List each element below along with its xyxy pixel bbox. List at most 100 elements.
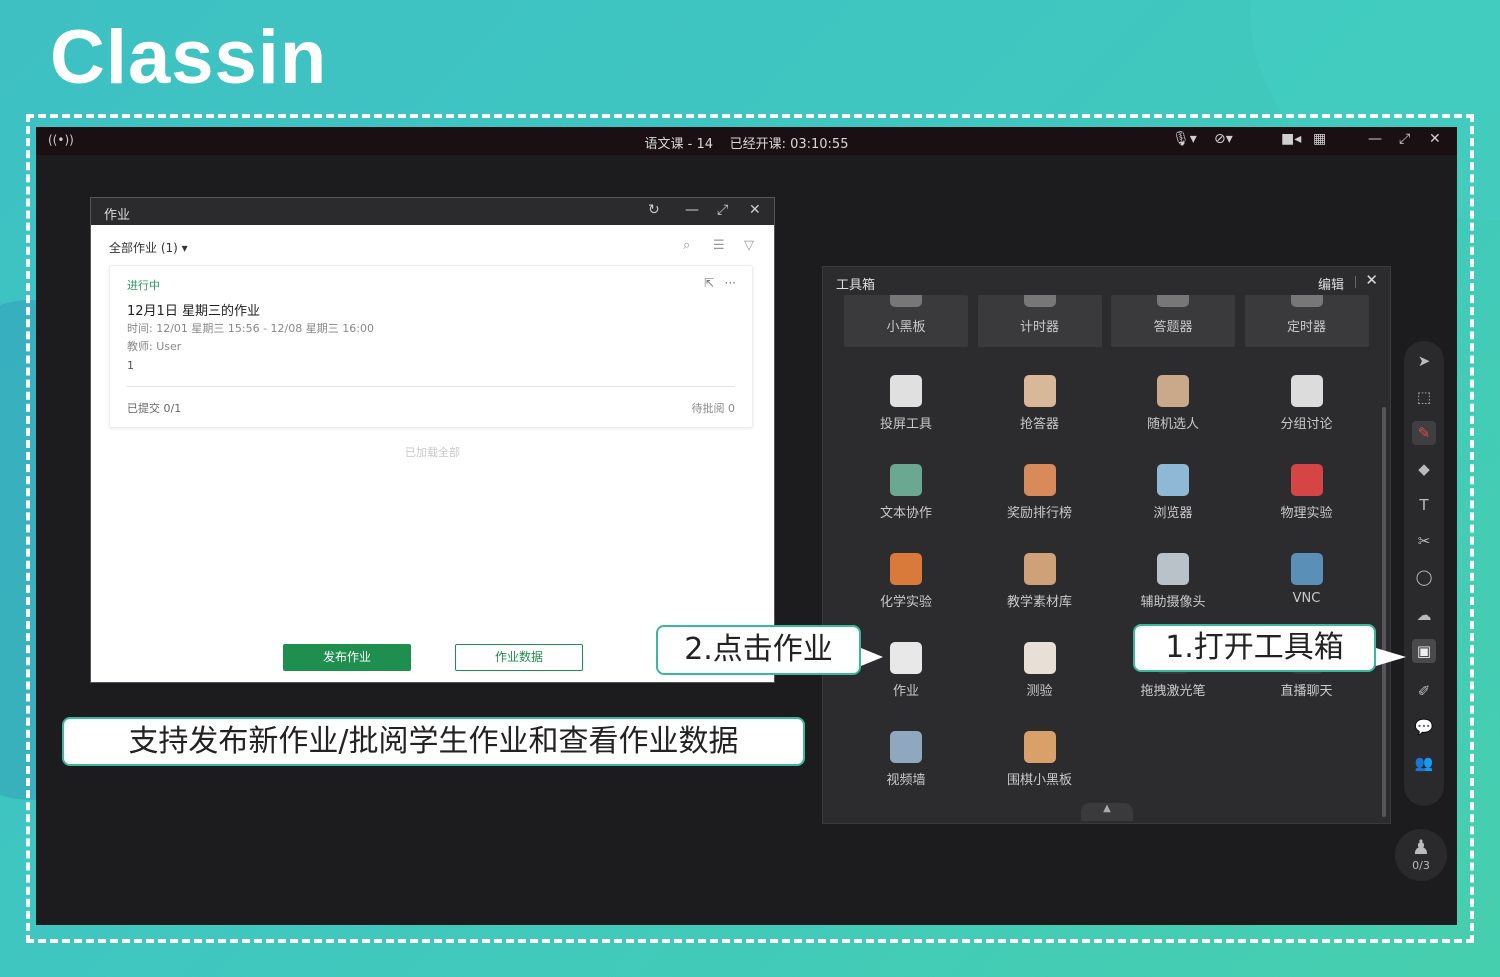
classin-logo: Classin: [50, 15, 328, 100]
tool-label: 分组讨论: [1280, 417, 1333, 432]
tool-15[interactable]: VNC: [1245, 553, 1369, 633]
homework-window: 作业 ↻ — ⤢ ✕ 全部作业 (1) ▾ ⌕ ☰ ▽ 进行中 ⇱ ··· 12…: [90, 197, 775, 683]
shape-icon[interactable]: ◯: [1412, 565, 1436, 589]
tool-13[interactable]: 教学素材库: [978, 553, 1102, 633]
tool-label: 定时器: [1286, 320, 1326, 335]
mic-off-icon[interactable]: 🎙▾: [1172, 131, 1197, 147]
tool-label: 直播聊天: [1280, 684, 1333, 699]
status-badge: 进行中: [127, 279, 160, 292]
cloud-icon[interactable]: ☁: [1412, 603, 1436, 627]
tool-label: 教学素材库: [1006, 595, 1072, 610]
class-title: 语文课 - 14: [644, 137, 714, 152]
tool-icon: [1023, 464, 1056, 496]
tool-0[interactable]: 小黑板: [844, 295, 968, 347]
pointer-icon[interactable]: ➤: [1412, 349, 1436, 373]
refresh-icon[interactable]: ↻: [648, 202, 660, 218]
submitted-count: 已提交 0/1: [127, 402, 182, 415]
close-icon[interactable]: ✕: [1365, 271, 1378, 289]
callout-summary: 支持发布新作业/批阅学生作业和查看作业数据: [62, 717, 805, 766]
tool-label: 浏览器: [1153, 506, 1193, 521]
tool-icon: [890, 642, 922, 674]
filter-label: 全部作业 (1): [109, 241, 178, 255]
toolbox-panel: 工具箱 编辑 ✕ ▲ 小黑板 计时器 答题器 定时器 投屏工具 抢答器 随机选人 分组讨论 文本…: [822, 266, 1391, 824]
tool-12[interactable]: 化学实验: [844, 553, 968, 633]
toolbox-title: 工具箱: [836, 278, 876, 293]
tool-9[interactable]: 奖励排行榜: [978, 464, 1102, 544]
tool-label: 围棋小黑板: [1006, 773, 1072, 788]
scissors-icon[interactable]: ✂: [1412, 529, 1436, 553]
more-icon[interactable]: ···: [725, 276, 736, 290]
tool-11[interactable]: 物理实验: [1245, 464, 1369, 544]
select-icon[interactable]: ⬚: [1412, 385, 1436, 409]
tool-label: 投屏工具: [879, 417, 932, 432]
homework-data-button[interactable]: 作业数据: [455, 644, 583, 671]
tool-label: 答题器: [1153, 320, 1193, 335]
camera-off-icon[interactable]: ⊘▾: [1214, 131, 1233, 147]
pen-icon[interactable]: ✎: [1412, 421, 1436, 445]
tool-6[interactable]: 随机选人: [1111, 375, 1235, 455]
share-icon[interactable]: ⇱: [704, 276, 714, 290]
tool-1[interactable]: 计时器: [977, 295, 1102, 347]
tool-label: 拖拽激光笔: [1140, 684, 1206, 699]
pending-count: 待批阅 0: [691, 402, 736, 415]
close-icon[interactable]: ✕: [1429, 131, 1441, 147]
tool-label: 抢答器: [1019, 417, 1059, 432]
divider: [127, 386, 735, 387]
tool-3[interactable]: 定时器: [1244, 295, 1369, 347]
homework-time: 时间: 12/01 星期三 15:56 - 12/08 星期三 16:00: [127, 322, 374, 335]
tool-21[interactable]: 围棋小黑板: [978, 731, 1102, 811]
eraser-icon[interactable]: ◆: [1412, 457, 1436, 481]
edit-icon[interactable]: ✐: [1412, 679, 1436, 703]
tool-5[interactable]: 抢答器: [978, 375, 1102, 455]
homework-filter-dropdown[interactable]: 全部作业 (1) ▾: [109, 239, 188, 256]
student-count-button[interactable]: ♟ 0/3: [1395, 829, 1447, 881]
tool-icon: [890, 295, 922, 307]
title-bar: ((•)) 语文课 - 14 已经开课: 03:10:55 🎙▾ ⊘▾ ■◂ ▦…: [36, 127, 1457, 155]
filter-icon[interactable]: ▽: [744, 238, 754, 253]
tool-icon: [1023, 731, 1056, 763]
tool-label: 文本协作: [879, 506, 932, 521]
tool-icon: [1290, 295, 1323, 307]
chat-icon[interactable]: 💬: [1412, 715, 1436, 739]
right-toolbar: ➤ ⬚ ✎ ◆ T ✂ ◯ ☁ ▣ ✐ 💬 👥: [1404, 341, 1444, 806]
video-icon[interactable]: ■◂: [1281, 131, 1301, 147]
divider: [1355, 276, 1356, 288]
homework-count: 1: [127, 359, 134, 372]
search-icon[interactable]: ⌕: [683, 238, 690, 253]
tool-label: 测验: [1026, 684, 1053, 699]
tool-label: 奖励排行榜: [1006, 506, 1072, 521]
sort-icon[interactable]: ☰: [713, 238, 725, 253]
tool-icon: [1157, 295, 1189, 307]
tool-4[interactable]: 投屏工具: [844, 375, 968, 455]
tool-10[interactable]: 浏览器: [1111, 464, 1235, 544]
tool-20[interactable]: 视频墙: [844, 731, 968, 811]
tool-7[interactable]: 分组讨论: [1245, 375, 1369, 455]
homework-title: 12月1日 星期三的作业: [127, 304, 260, 319]
homework-card[interactable]: 进行中 ⇱ ··· 12月1日 星期三的作业 时间: 12/01 星期三 15:…: [109, 265, 753, 428]
text-icon[interactable]: T: [1412, 493, 1436, 517]
callout-step1: 1.打开工具箱: [1133, 624, 1376, 672]
tool-icon: [1023, 295, 1056, 307]
publish-homework-button[interactable]: 发布作业: [283, 644, 411, 671]
edit-button[interactable]: 编辑: [1318, 274, 1344, 293]
close-icon[interactable]: ✕: [749, 202, 761, 218]
tool-8[interactable]: 文本协作: [844, 464, 968, 544]
minimize-icon[interactable]: —: [1368, 131, 1382, 147]
tool-icon: [890, 375, 922, 407]
tool-label: 作业: [892, 684, 919, 699]
restore-icon[interactable]: ⤢: [1399, 131, 1410, 147]
tool-14[interactable]: 辅助摄像头: [1111, 553, 1235, 633]
minimize-icon[interactable]: —: [685, 202, 699, 218]
toolbox-icon[interactable]: ▣: [1412, 639, 1436, 663]
restore-icon[interactable]: ⤢: [717, 202, 728, 218]
callout-step2: 2.点击作业: [656, 625, 861, 675]
tool-17[interactable]: 测验: [978, 642, 1102, 722]
tool-label: 物理实验: [1280, 506, 1333, 521]
scrollbar[interactable]: [1382, 407, 1386, 817]
tool-label: 随机选人: [1146, 417, 1199, 432]
tool-2[interactable]: 答题器: [1111, 295, 1235, 347]
tool-icon: [1157, 375, 1189, 407]
tool-icon: [890, 464, 922, 496]
users-icon[interactable]: 👥: [1412, 751, 1436, 775]
grid-icon[interactable]: ▦: [1313, 131, 1326, 147]
